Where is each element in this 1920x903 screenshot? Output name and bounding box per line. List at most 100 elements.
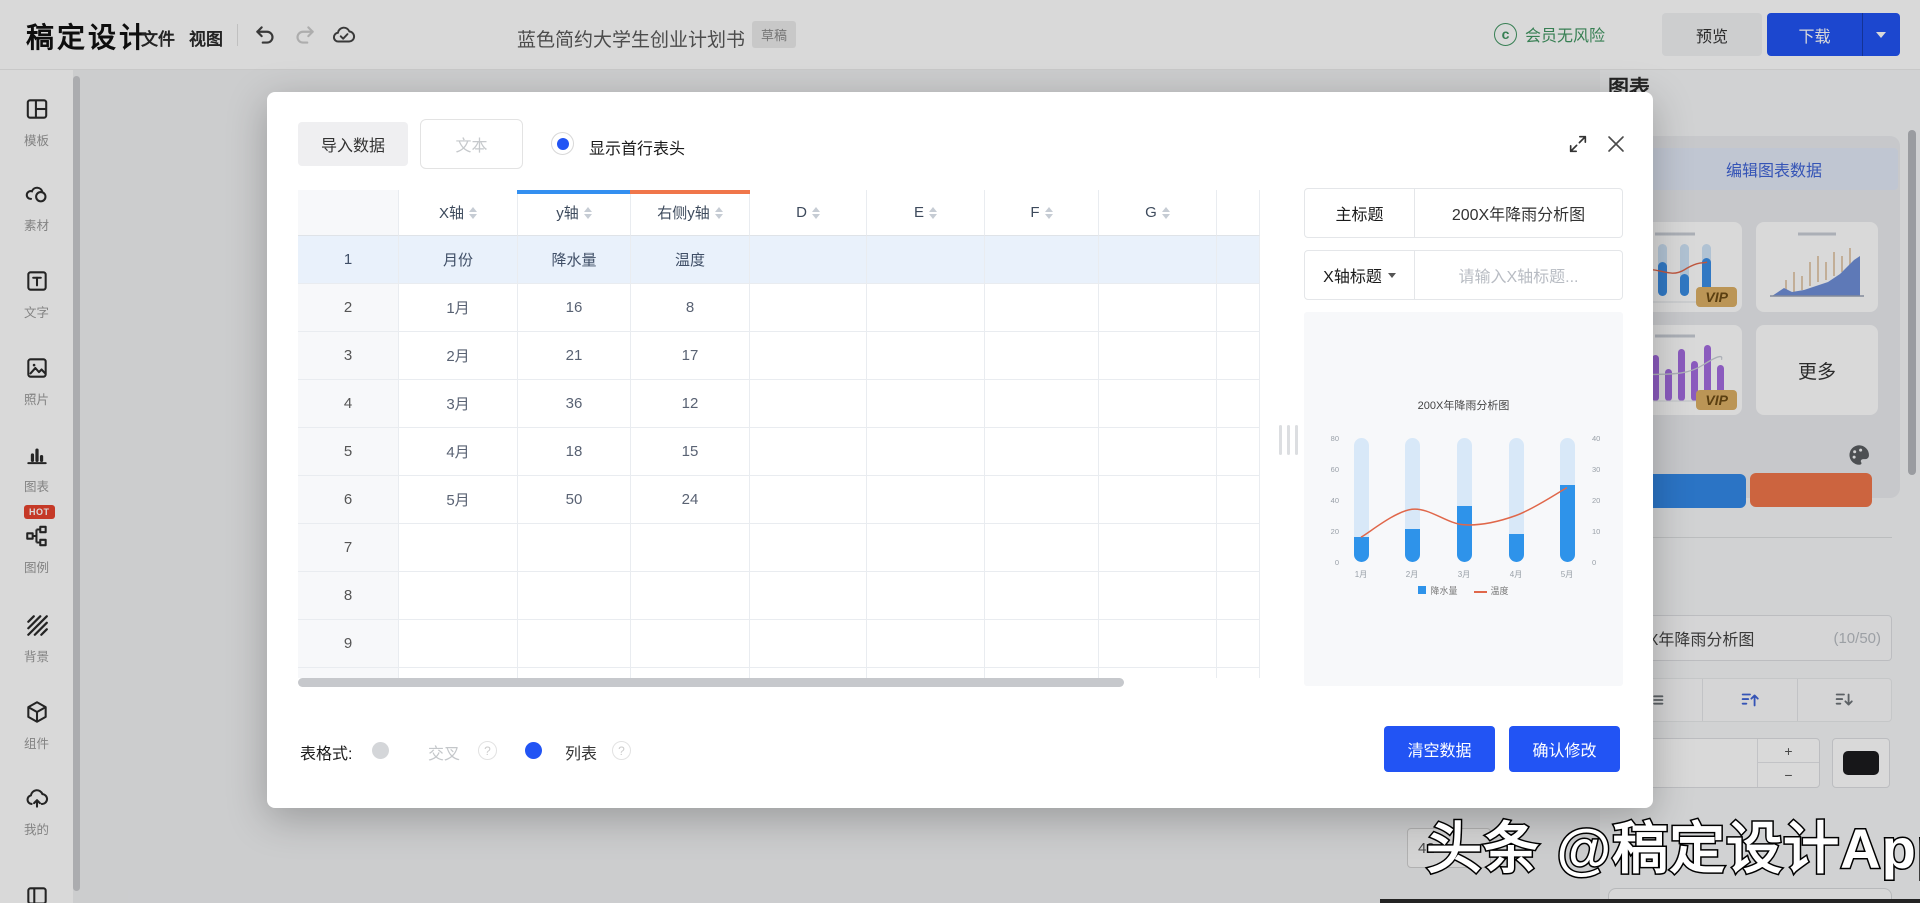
table-cell[interactable]: 5月 [399, 476, 518, 524]
table-cell[interactable] [631, 620, 750, 668]
table-cell[interactable]: 右侧y轴 [631, 190, 750, 236]
table-cell[interactable] [867, 620, 985, 668]
table-cell[interactable] [750, 284, 867, 332]
table-cell[interactable] [985, 236, 1099, 284]
table-cell[interactable] [399, 620, 518, 668]
table-cell[interactable] [985, 524, 1099, 572]
table-cell[interactable] [1099, 668, 1217, 678]
table-cell[interactable]: 16 [518, 284, 631, 332]
table-cell[interactable]: 9 [298, 620, 399, 668]
table-cell[interactable] [750, 620, 867, 668]
table-cell[interactable] [750, 572, 867, 620]
table-cell[interactable]: 50 [518, 476, 631, 524]
table-cell[interactable] [985, 476, 1099, 524]
table-cell[interactable] [867, 236, 985, 284]
table-cell[interactable] [985, 428, 1099, 476]
table-cell[interactable]: 降水量 [518, 236, 631, 284]
expand-icon[interactable] [1567, 133, 1589, 155]
table-cell[interactable] [298, 190, 399, 236]
table-cell[interactable] [867, 380, 985, 428]
x-axis-title-input[interactable]: 请输入X轴标题... [1415, 250, 1623, 300]
list-format-label[interactable]: 列表 [565, 740, 597, 764]
table-cell[interactable] [1217, 236, 1260, 284]
table-cell[interactable]: 3月 [399, 380, 518, 428]
table-cell[interactable]: 月份 [399, 236, 518, 284]
table-cell[interactable] [985, 668, 1099, 678]
sort-arrows-icon[interactable] [1162, 207, 1170, 219]
table-cell[interactable] [867, 524, 985, 572]
table-cell[interactable] [1099, 572, 1217, 620]
table-horizontal-scrollbar[interactable] [298, 678, 1124, 687]
table-cell[interactable] [1099, 476, 1217, 524]
show-header-row-toggle[interactable] [551, 132, 574, 155]
table-cell[interactable]: 8 [298, 572, 399, 620]
table-cell[interactable]: 21 [518, 332, 631, 380]
table-cell[interactable] [867, 332, 985, 380]
table-cell[interactable]: 10 [298, 668, 399, 678]
table-cell[interactable] [1099, 332, 1217, 380]
table-cell[interactable] [867, 668, 985, 678]
table-cell[interactable] [867, 572, 985, 620]
sort-arrows-icon[interactable] [1045, 207, 1053, 219]
table-cell[interactable] [985, 380, 1099, 428]
table-cell[interactable] [1217, 476, 1260, 524]
table-cell[interactable]: 3 [298, 332, 399, 380]
table-cell[interactable]: G [1099, 190, 1217, 236]
table-cell[interactable] [750, 236, 867, 284]
table-cell[interactable] [750, 428, 867, 476]
table-cell[interactable]: D [750, 190, 867, 236]
table-cell[interactable] [1099, 380, 1217, 428]
close-icon[interactable] [1604, 132, 1628, 156]
table-cell[interactable]: 36 [518, 380, 631, 428]
cross-format-radio[interactable] [372, 742, 389, 759]
cross-format-label[interactable]: 交叉 [428, 740, 460, 764]
table-cell[interactable] [985, 284, 1099, 332]
table-cell[interactable]: 6 [298, 476, 399, 524]
table-cell[interactable]: 1 [298, 236, 399, 284]
table-cell[interactable] [1217, 572, 1260, 620]
table-cell[interactable] [750, 380, 867, 428]
main-title-input[interactable]: 200X年降雨分析图 [1415, 188, 1623, 238]
table-cell[interactable] [631, 572, 750, 620]
table-cell[interactable] [750, 668, 867, 678]
table-cell[interactable] [985, 332, 1099, 380]
table-cell[interactable]: 18 [518, 428, 631, 476]
table-cell[interactable]: 2月 [399, 332, 518, 380]
x-axis-title-dropdown[interactable]: X轴标题 [1304, 250, 1415, 300]
table-cell[interactable] [1217, 524, 1260, 572]
import-data-button[interactable]: 导入数据 [298, 122, 408, 166]
table-cell[interactable] [1217, 380, 1260, 428]
table-cell[interactable] [750, 332, 867, 380]
sort-arrows-icon[interactable] [812, 207, 820, 219]
resize-grip[interactable] [1279, 425, 1298, 455]
table-cell[interactable] [1099, 428, 1217, 476]
text-mode-tab[interactable]: 文本 [420, 119, 523, 169]
table-cell[interactable]: 17 [631, 332, 750, 380]
table-cell[interactable] [867, 428, 985, 476]
table-cell[interactable]: 8 [631, 284, 750, 332]
table-cell[interactable] [1099, 620, 1217, 668]
table-cell[interactable] [867, 284, 985, 332]
table-cell[interactable] [1217, 284, 1260, 332]
table-cell[interactable] [1217, 668, 1260, 678]
table-cell[interactable] [1217, 190, 1260, 236]
table-cell[interactable] [518, 668, 631, 678]
table-cell[interactable] [399, 668, 518, 678]
table-cell[interactable] [1099, 236, 1217, 284]
clear-data-button[interactable]: 清空数据 [1384, 726, 1495, 772]
table-cell[interactable] [1099, 284, 1217, 332]
table-cell[interactable]: 温度 [631, 236, 750, 284]
table-cell[interactable] [518, 572, 631, 620]
table-cell[interactable] [631, 524, 750, 572]
sort-arrows-icon[interactable] [469, 207, 477, 219]
confirm-changes-button[interactable]: 确认修改 [1509, 726, 1620, 772]
table-cell[interactable]: 12 [631, 380, 750, 428]
table-cell[interactable]: F [985, 190, 1099, 236]
table-cell[interactable] [1217, 332, 1260, 380]
help-icon[interactable]: ? [612, 741, 631, 760]
table-cell[interactable] [518, 620, 631, 668]
table-cell[interactable]: 7 [298, 524, 399, 572]
table-cell[interactable] [867, 476, 985, 524]
table-cell[interactable] [631, 668, 750, 678]
table-cell[interactable] [750, 476, 867, 524]
